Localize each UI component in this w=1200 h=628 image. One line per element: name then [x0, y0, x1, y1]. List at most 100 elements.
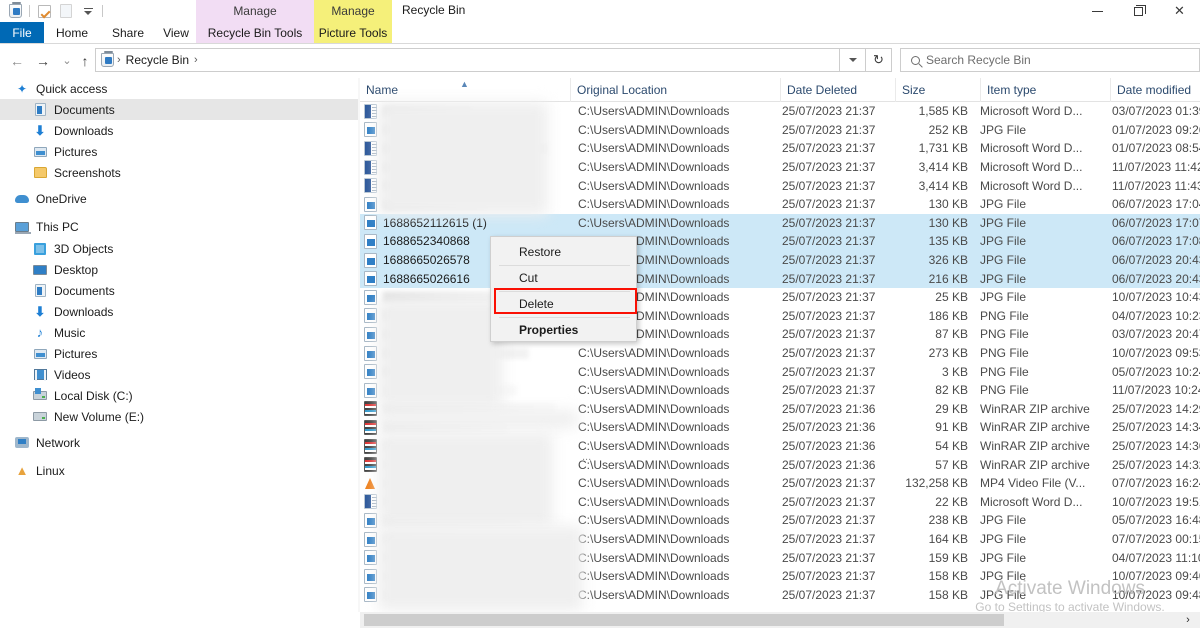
cell-name[interactable] [364, 530, 564, 549]
maximize-button[interactable] [1118, 0, 1159, 22]
table-row[interactable]: C:\Users\ADMIN\Downloads25/07/2023 21:37… [360, 176, 1200, 195]
cell-name[interactable] [364, 195, 564, 214]
cell-name[interactable] [364, 139, 564, 158]
ribbon-tab-home[interactable]: Home [44, 22, 100, 44]
column-headers[interactable]: Name▲Original LocationDate DeletedSizeIt… [360, 78, 1200, 102]
cell-name[interactable] [364, 437, 564, 456]
forward-button[interactable]: → [32, 50, 54, 71]
column-header-modified[interactable]: Date modified [1110, 78, 1200, 102]
table-row[interactable]: C:\Users\ADMIN\Downloads25/07/2023 21:37… [360, 567, 1200, 586]
table-row[interactable]: C:\Users\ADMIN\Downloads25/07/2023 21:37… [360, 586, 1200, 605]
table-row[interactable]: C:\Users\ADMIN\Downloads25/07/2023 21:37… [360, 548, 1200, 567]
close-button[interactable]: ✕ [1159, 0, 1200, 22]
breadcrumb-recycle-bin[interactable]: Recycle Bin [124, 53, 191, 67]
sidebar-item-desktop[interactable]: Desktop [0, 259, 358, 280]
table-row[interactable]: C:\Users\ADMIN\Downloads25/07/2023 21:37… [360, 139, 1200, 158]
table-row[interactable]: C:\Users\ADMIN\Downloads25/07/2023 21:37… [360, 511, 1200, 530]
column-header-size[interactable]: Size [895, 78, 980, 102]
sidebar-item-screenshots[interactable]: Screenshots [0, 162, 358, 183]
table-row[interactable]: C:\Users\ADMIN\Downloads25/07/2023 21:37… [360, 102, 1200, 121]
back-button[interactable]: ← [6, 50, 28, 71]
address-dropdown-button[interactable] [840, 48, 866, 72]
cell-name[interactable] [364, 455, 564, 474]
table-row[interactable]: C:\Users\ADMIN\Downloads25/07/2023 21:37… [360, 493, 1200, 512]
table-row[interactable]: C:\Users\ADMIN\Downloads25/07/2023 21:37… [360, 381, 1200, 400]
context-menu-item-properties[interactable]: Properties [491, 317, 638, 343]
cell-name[interactable] [364, 511, 564, 530]
table-row[interactable]: C:\Users\ADMIN\Downloads25/07/2023 21:37… [360, 307, 1200, 326]
sidebar-item-new-volume-e[interactable]: New Volume (E:) [0, 406, 358, 427]
cell-name[interactable] [364, 121, 564, 140]
cell-name[interactable] [364, 362, 564, 381]
file-list-pane[interactable]: Name▲Original LocationDate DeletedSizeIt… [360, 78, 1200, 612]
table-row[interactable]: C:\Users\ADMIN\Downloads25/07/2023 21:36… [360, 400, 1200, 419]
table-row[interactable]: C:\Users\ADMIN\Downloads25/07/2023 21:37… [360, 530, 1200, 549]
column-header-deleted[interactable]: Date Deleted [780, 78, 895, 102]
ribbon-tab-file[interactable]: File [0, 22, 44, 44]
sidebar-item-documents[interactable]: Documents [0, 99, 358, 120]
table-row[interactable]: C:\Users\ADMIN\Downloads25/07/2023 21:36… [360, 437, 1200, 456]
sidebar-item-3d-objects[interactable]: 3D Objects [0, 238, 358, 259]
sidebar-item-pictures[interactable]: Pictures [0, 141, 358, 162]
table-row[interactable]: 1688665026578C:\Users\ADMIN\Downloads25/… [360, 251, 1200, 270]
cell-name[interactable] [364, 474, 564, 493]
sidebar-item-pictures[interactable]: Pictures [0, 343, 358, 364]
cell-name[interactable] [364, 176, 564, 195]
column-header-location[interactable]: Original Location [570, 78, 780, 102]
cell-name[interactable]: 1688652112615 (1) [364, 214, 564, 233]
refresh-button[interactable]: ↻ [866, 48, 892, 72]
sidebar-item-quick-access[interactable]: ✦Quick access [0, 78, 358, 99]
cell-name[interactable] [364, 344, 564, 363]
recycle-bin-properties-icon[interactable] [4, 1, 26, 21]
table-row[interactable]: C:\Users\ADMIN\Downloads25/07/2023 21:37… [360, 344, 1200, 363]
cell-name[interactable] [364, 567, 564, 586]
cell-name[interactable] [364, 381, 564, 400]
table-row[interactable]: C:\Users\ADMIN\Downloads25/07/2023 21:37… [360, 195, 1200, 214]
sidebar-item-onedrive[interactable]: OneDrive [0, 188, 358, 209]
search-input[interactable]: Search Recycle Bin [926, 53, 1031, 67]
cell-name[interactable] [364, 586, 564, 605]
file-rows[interactable]: C:\Users\ADMIN\Downloads25/07/2023 21:37… [360, 102, 1200, 590]
properties-icon[interactable] [55, 1, 77, 21]
table-row[interactable]: 1688665026616C:\Users\ADMIN\Downloads25/… [360, 269, 1200, 288]
horizontal-scrollbar-thumb[interactable] [364, 614, 1004, 626]
empty-recycle-bin-icon[interactable] [33, 1, 55, 21]
address-bar[interactable]: › Recycle Bin › [95, 48, 840, 72]
cell-name[interactable] [364, 102, 564, 121]
navigation-pane[interactable]: ✦Quick accessDocuments⬇DownloadsPictures… [0, 78, 358, 612]
sidebar-item-documents[interactable]: Documents [0, 280, 358, 301]
table-row[interactable]: C:\Users\ADMIN\Downloads25/07/2023 21:37… [360, 158, 1200, 177]
table-row[interactable]: C:\Users\ADMIN\Downloads25/07/2023 21:37… [360, 362, 1200, 381]
customize-quick-access-toolbar-icon[interactable] [77, 1, 99, 21]
horizontal-scrollbar[interactable]: › [360, 612, 1200, 628]
table-row[interactable]: C:\Users\ADMIN\Downloads25/07/2023 21:36… [360, 455, 1200, 474]
cell-name[interactable] [364, 548, 564, 567]
table-row[interactable]: C:\Users\ADMIN\Downloads25/07/2023 21:37… [360, 288, 1200, 307]
ribbon-tab-view[interactable]: View [156, 22, 196, 44]
ribbon-tab-recycle-bin-tools[interactable]: Recycle Bin Tools [196, 22, 314, 44]
column-header-type[interactable]: Item type [980, 78, 1110, 102]
table-row[interactable]: C:\Users\ADMIN\Downloads25/07/2023 21:37… [360, 474, 1200, 493]
sidebar-item-downloads[interactable]: ⬇Downloads [0, 301, 358, 322]
cell-name[interactable] [364, 400, 564, 419]
sidebar-item-linux[interactable]: ▲Linux [0, 460, 358, 481]
sidebar-item-videos[interactable]: Videos [0, 364, 358, 385]
sidebar-item-local-disk-c[interactable]: Local Disk (C:) [0, 385, 358, 406]
context-menu-item-restore[interactable]: Restore [491, 239, 638, 265]
table-row[interactable]: C:\Users\ADMIN\Downloads25/07/2023 21:37… [360, 121, 1200, 140]
scroll-right-button[interactable]: › [1180, 612, 1196, 628]
up-button[interactable]: ↑ [74, 50, 96, 71]
sidebar-item-music[interactable]: ♪Music [0, 322, 358, 343]
minimize-button[interactable] [1077, 0, 1118, 22]
cell-name[interactable] [364, 418, 564, 437]
table-row[interactable]: 1688652340868C:\Users\ADMIN\Downloads25/… [360, 232, 1200, 251]
cell-name[interactable] [364, 493, 564, 512]
sidebar-item-network[interactable]: Network [0, 432, 358, 453]
search-box[interactable]: Search Recycle Bin [900, 48, 1200, 72]
table-row[interactable]: 1688652112615 (1)C:\Users\ADMIN\Download… [360, 214, 1200, 233]
sidebar-item-downloads[interactable]: ⬇Downloads [0, 120, 358, 141]
sidebar-item-this-pc[interactable]: This PC [0, 216, 358, 237]
table-row[interactable]: C:\Users\ADMIN\Downloads25/07/2023 21:37… [360, 325, 1200, 344]
ribbon-tab-share[interactable]: Share [100, 22, 156, 44]
table-row[interactable]: C:\Users\ADMIN\Downloads25/07/2023 21:36… [360, 418, 1200, 437]
